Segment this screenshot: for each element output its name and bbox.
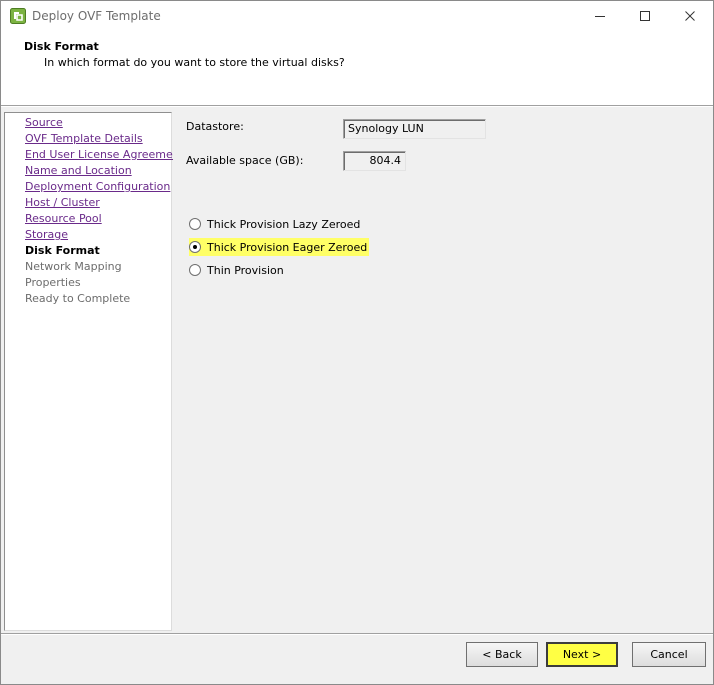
maximize-icon [640,11,650,21]
header-divider [1,105,713,107]
option-label: Thin Provision [207,263,284,277]
nav-step-ready-to-complete: Ready to Complete [25,292,131,305]
title-bar[interactable]: Deploy OVF Template [1,1,713,32]
wizard-header: Disk Format In which format do you want … [1,32,713,106]
page-title: Disk Format [24,40,99,53]
nav-step-storage[interactable]: Storage [25,227,68,243]
option-thick-eager-zeroed[interactable]: Thick Provision Eager Zeroed [189,238,370,256]
radio-thick-eager-zeroed[interactable] [189,241,201,253]
nav-step-properties: Properties [25,276,81,289]
disk-format-panel: Datastore: Synology LUN Available space … [173,112,713,631]
option-label: Thick Provision Eager Zeroed [207,240,368,254]
page-subtitle: In which format do you want to store the… [44,56,345,69]
back-button[interactable]: < Back [466,642,538,667]
nav-step-network-mapping: Network Mapping [25,260,122,273]
nav-step-name-location[interactable]: Name and Location [25,163,132,179]
close-button[interactable] [667,1,713,31]
maximize-button[interactable] [622,1,668,31]
deploy-ovf-window: Deploy OVF Template Disk Format In which… [0,0,714,685]
datastore-label: Datastore: [186,120,244,133]
radio-thin-provision[interactable] [189,264,201,276]
minimize-icon [595,16,605,17]
window-title: Deploy OVF Template [32,9,161,23]
nav-step-ovf-template-details[interactable]: OVF Template Details [25,131,143,147]
available-space-label: Available space (GB): [186,154,304,167]
datastore-field: Synology LUN [343,119,486,139]
option-thick-lazy-zeroed[interactable]: Thick Provision Lazy Zeroed [189,215,362,233]
cancel-button[interactable]: Cancel [632,642,706,667]
option-thin-provision[interactable]: Thin Provision [189,261,286,279]
close-icon [685,11,695,21]
wizard-steps-nav: Source OVF Template Details End User Lic… [4,112,184,631]
available-space-field: 804.4 [343,151,406,171]
option-label: Thick Provision Lazy Zeroed [207,217,361,231]
nav-step-host-cluster[interactable]: Host / Cluster [25,195,100,211]
radio-thick-lazy-zeroed[interactable] [189,218,201,230]
nav-step-source[interactable]: Source [25,115,63,131]
minimize-button[interactable] [577,1,623,31]
footer-divider [1,633,713,635]
nav-step-eula[interactable]: End User License Agreement [25,147,184,163]
nav-step-disk-format: Disk Format [25,244,100,257]
nav-step-resource-pool[interactable]: Resource Pool [25,211,102,227]
nav-step-deployment-configuration[interactable]: Deployment Configuration [25,179,170,195]
vsphere-icon [10,8,26,24]
next-button[interactable]: Next > [546,642,618,667]
